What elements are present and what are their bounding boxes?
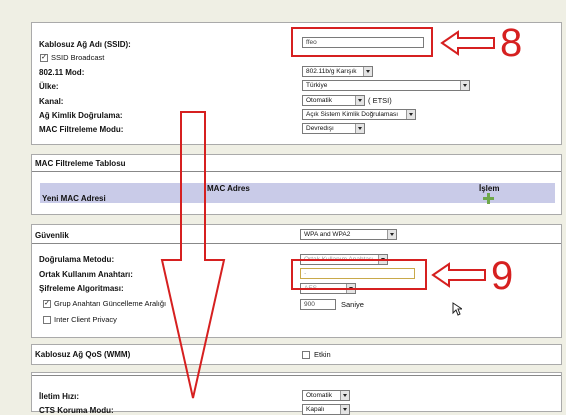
- psk-highlight-box: [291, 259, 427, 290]
- left-arrow-icon: [440, 30, 495, 56]
- mouse-cursor-icon: [452, 302, 462, 316]
- down-arrow-annotation: [160, 111, 226, 399]
- ssid-highlight-box: [291, 27, 433, 57]
- step-8-label: 8: [500, 21, 523, 65]
- step-9-label: 9: [491, 254, 514, 298]
- left-arrow-icon: [431, 262, 486, 288]
